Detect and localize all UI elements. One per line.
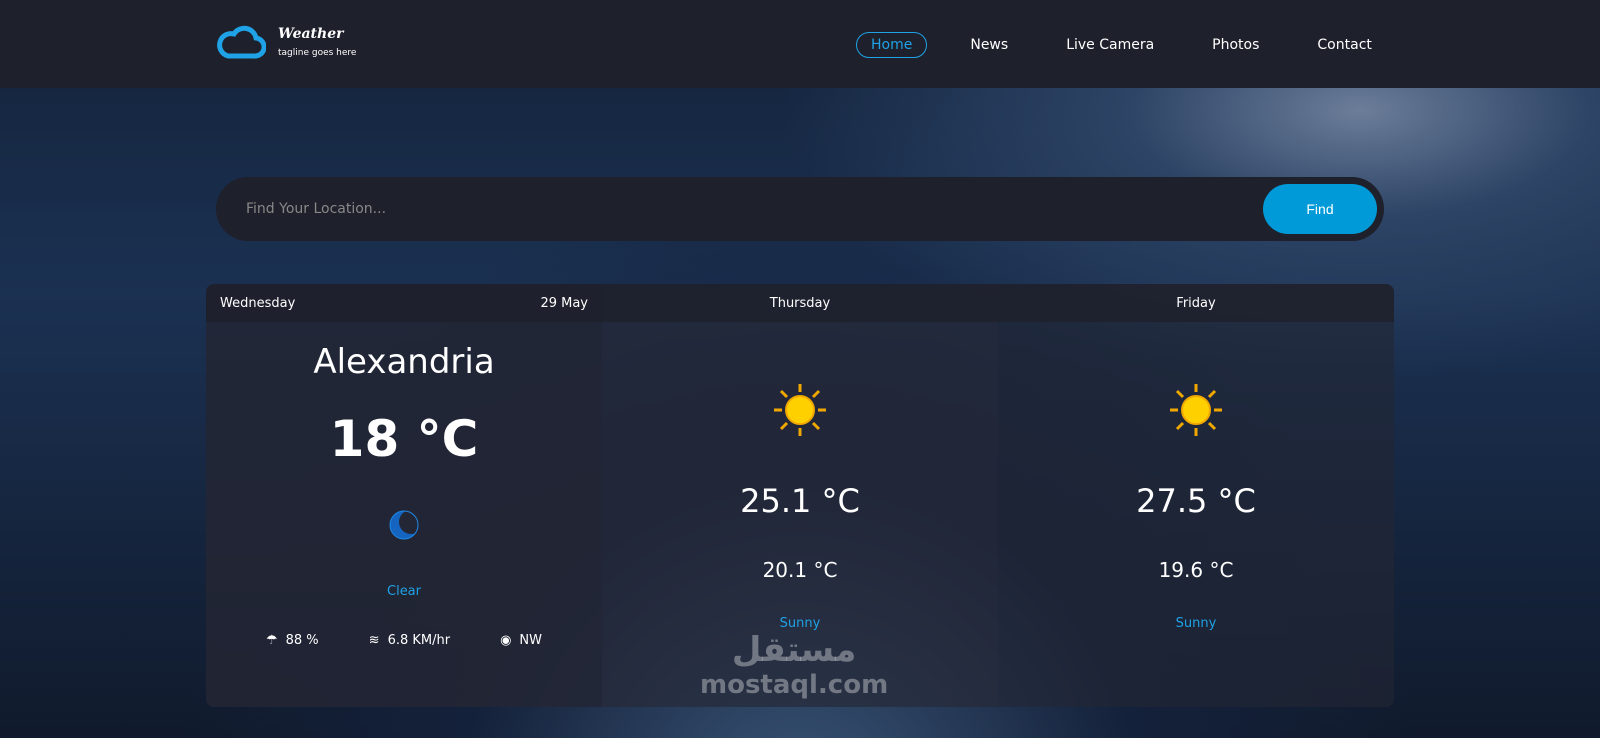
wind-direction: NW (519, 633, 543, 648)
forecast-day: Thursday (602, 284, 998, 322)
watermark-arabic: مستقل (731, 630, 857, 670)
cloud-icon (217, 25, 266, 59)
watermark-latin: mostaql.com (700, 670, 889, 700)
today-day: Wednesday (220, 295, 296, 311)
wind-icon: ≋ (368, 633, 380, 648)
compass-icon: ◉ (500, 633, 512, 648)
today-date: 29 May (540, 295, 588, 311)
forecast-min: 20.1 °C (762, 558, 838, 582)
city-name: Alexandria (313, 342, 495, 382)
forecast-condition: Sunny (779, 616, 821, 631)
logo[interactable]: Weather tagline goes here (216, 24, 356, 60)
umbrella-icon: ☂ (265, 633, 278, 648)
nav-home[interactable]: Home (856, 32, 928, 58)
brand-title: Weather (278, 26, 344, 42)
forecast-max: 27.5 °C (1136, 482, 1256, 520)
nav-news[interactable]: News (955, 32, 1023, 58)
main-nav: Home News Live Camera Photos Contact (856, 32, 1415, 58)
today-card: Wednesday 29 May Alexandria 18 °C Clear ☂… (206, 284, 602, 707)
today-condition: Clear (387, 584, 421, 599)
location-input[interactable] (216, 201, 1263, 217)
moon-icon (206, 508, 602, 552)
forecast-condition: Sunny (1175, 616, 1217, 631)
header: Weather tagline goes here Home News Live… (0, 0, 1600, 88)
brand-tagline: tagline goes here (278, 48, 357, 58)
nav-photos[interactable]: Photos (1197, 32, 1274, 58)
forecast-card: Friday 27.5 °C 19.6 °C Sunny (998, 284, 1394, 707)
find-button[interactable]: Find (1263, 184, 1377, 234)
nav-contact[interactable]: Contact (1302, 32, 1386, 58)
sun-icon (998, 382, 1394, 442)
sun-icon (602, 382, 998, 442)
current-temp: 18 °C (329, 410, 479, 468)
nav-live-camera[interactable]: Live Camera (1051, 32, 1169, 58)
humidity: 88 % (285, 633, 319, 648)
forecast-max: 25.1 °C (740, 482, 860, 520)
forecast-day: Friday (998, 284, 1394, 322)
watermark: مستقل mostaql.com (700, 630, 888, 700)
forecast-min: 19.6 °C (1158, 558, 1234, 582)
wind-speed: 6.8 KM/hr (387, 633, 451, 648)
search-bar: Find (216, 177, 1384, 241)
